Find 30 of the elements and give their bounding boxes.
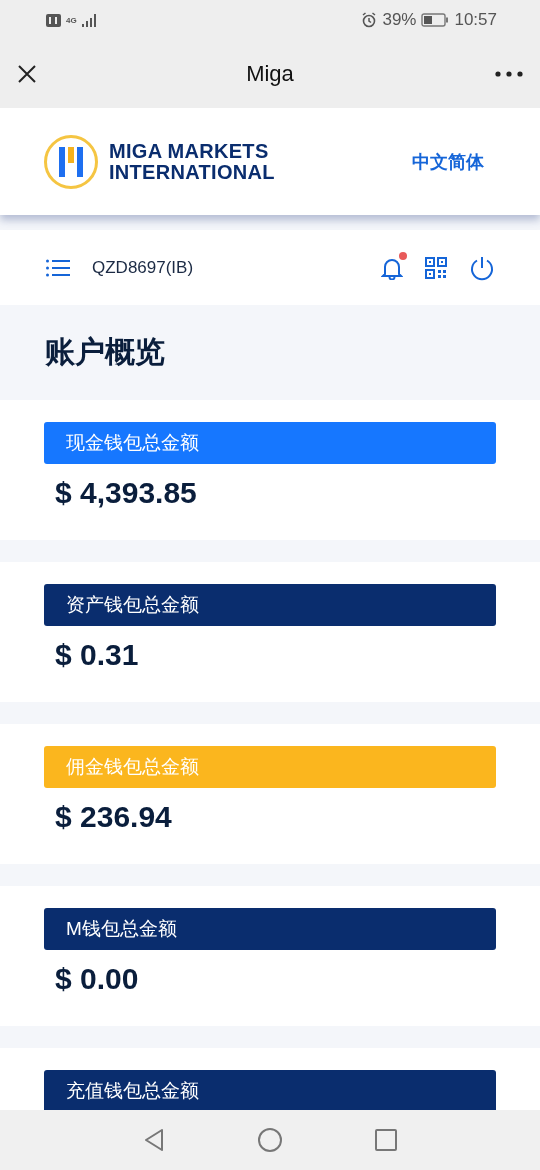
wallet-label: 资产钱包总金额 xyxy=(44,584,496,626)
logo-text: MIGA MARKETS xyxy=(109,140,270,162)
language-link[interactable]: 中文简体 xyxy=(412,149,484,174)
battery-percent: 39% xyxy=(382,10,417,30)
logo-text: INTERNATIONAL xyxy=(109,161,275,183)
recents-icon[interactable] xyxy=(375,1129,397,1151)
wallet-label: 充值钱包总金额 xyxy=(44,1070,496,1110)
wallet-label: 现金钱包总金额 xyxy=(44,422,496,464)
logo-icon xyxy=(43,133,99,190)
home-icon[interactable] xyxy=(257,1127,283,1153)
power-icon[interactable] xyxy=(469,254,495,281)
qr-code-icon[interactable] xyxy=(425,256,447,279)
alarm-icon xyxy=(361,12,378,28)
more-icon[interactable] xyxy=(495,71,523,77)
network-type: 4G xyxy=(66,15,77,25)
page-title: 账户概览 xyxy=(45,334,165,370)
close-icon[interactable] xyxy=(17,64,37,84)
back-icon[interactable] xyxy=(143,1128,165,1152)
wallet-amount: $ 0.00 xyxy=(55,962,140,996)
wallet-amount: $ 236.94 xyxy=(55,800,173,834)
wallet-amount: $ 4,393.85 xyxy=(55,476,198,510)
menu-icon[interactable] xyxy=(46,258,70,277)
signal-icon xyxy=(81,13,98,27)
wallet-label: M钱包总金额 xyxy=(44,908,496,950)
clock-time: 10:57 xyxy=(454,10,497,30)
account-id: QZD8697(IB) xyxy=(92,257,194,278)
wallet-amount: $ 0.31 xyxy=(55,638,140,672)
window-title: Miga xyxy=(246,61,294,87)
wallet-label: 佣金钱包总金额 xyxy=(44,746,496,788)
battery-icon xyxy=(421,13,450,27)
